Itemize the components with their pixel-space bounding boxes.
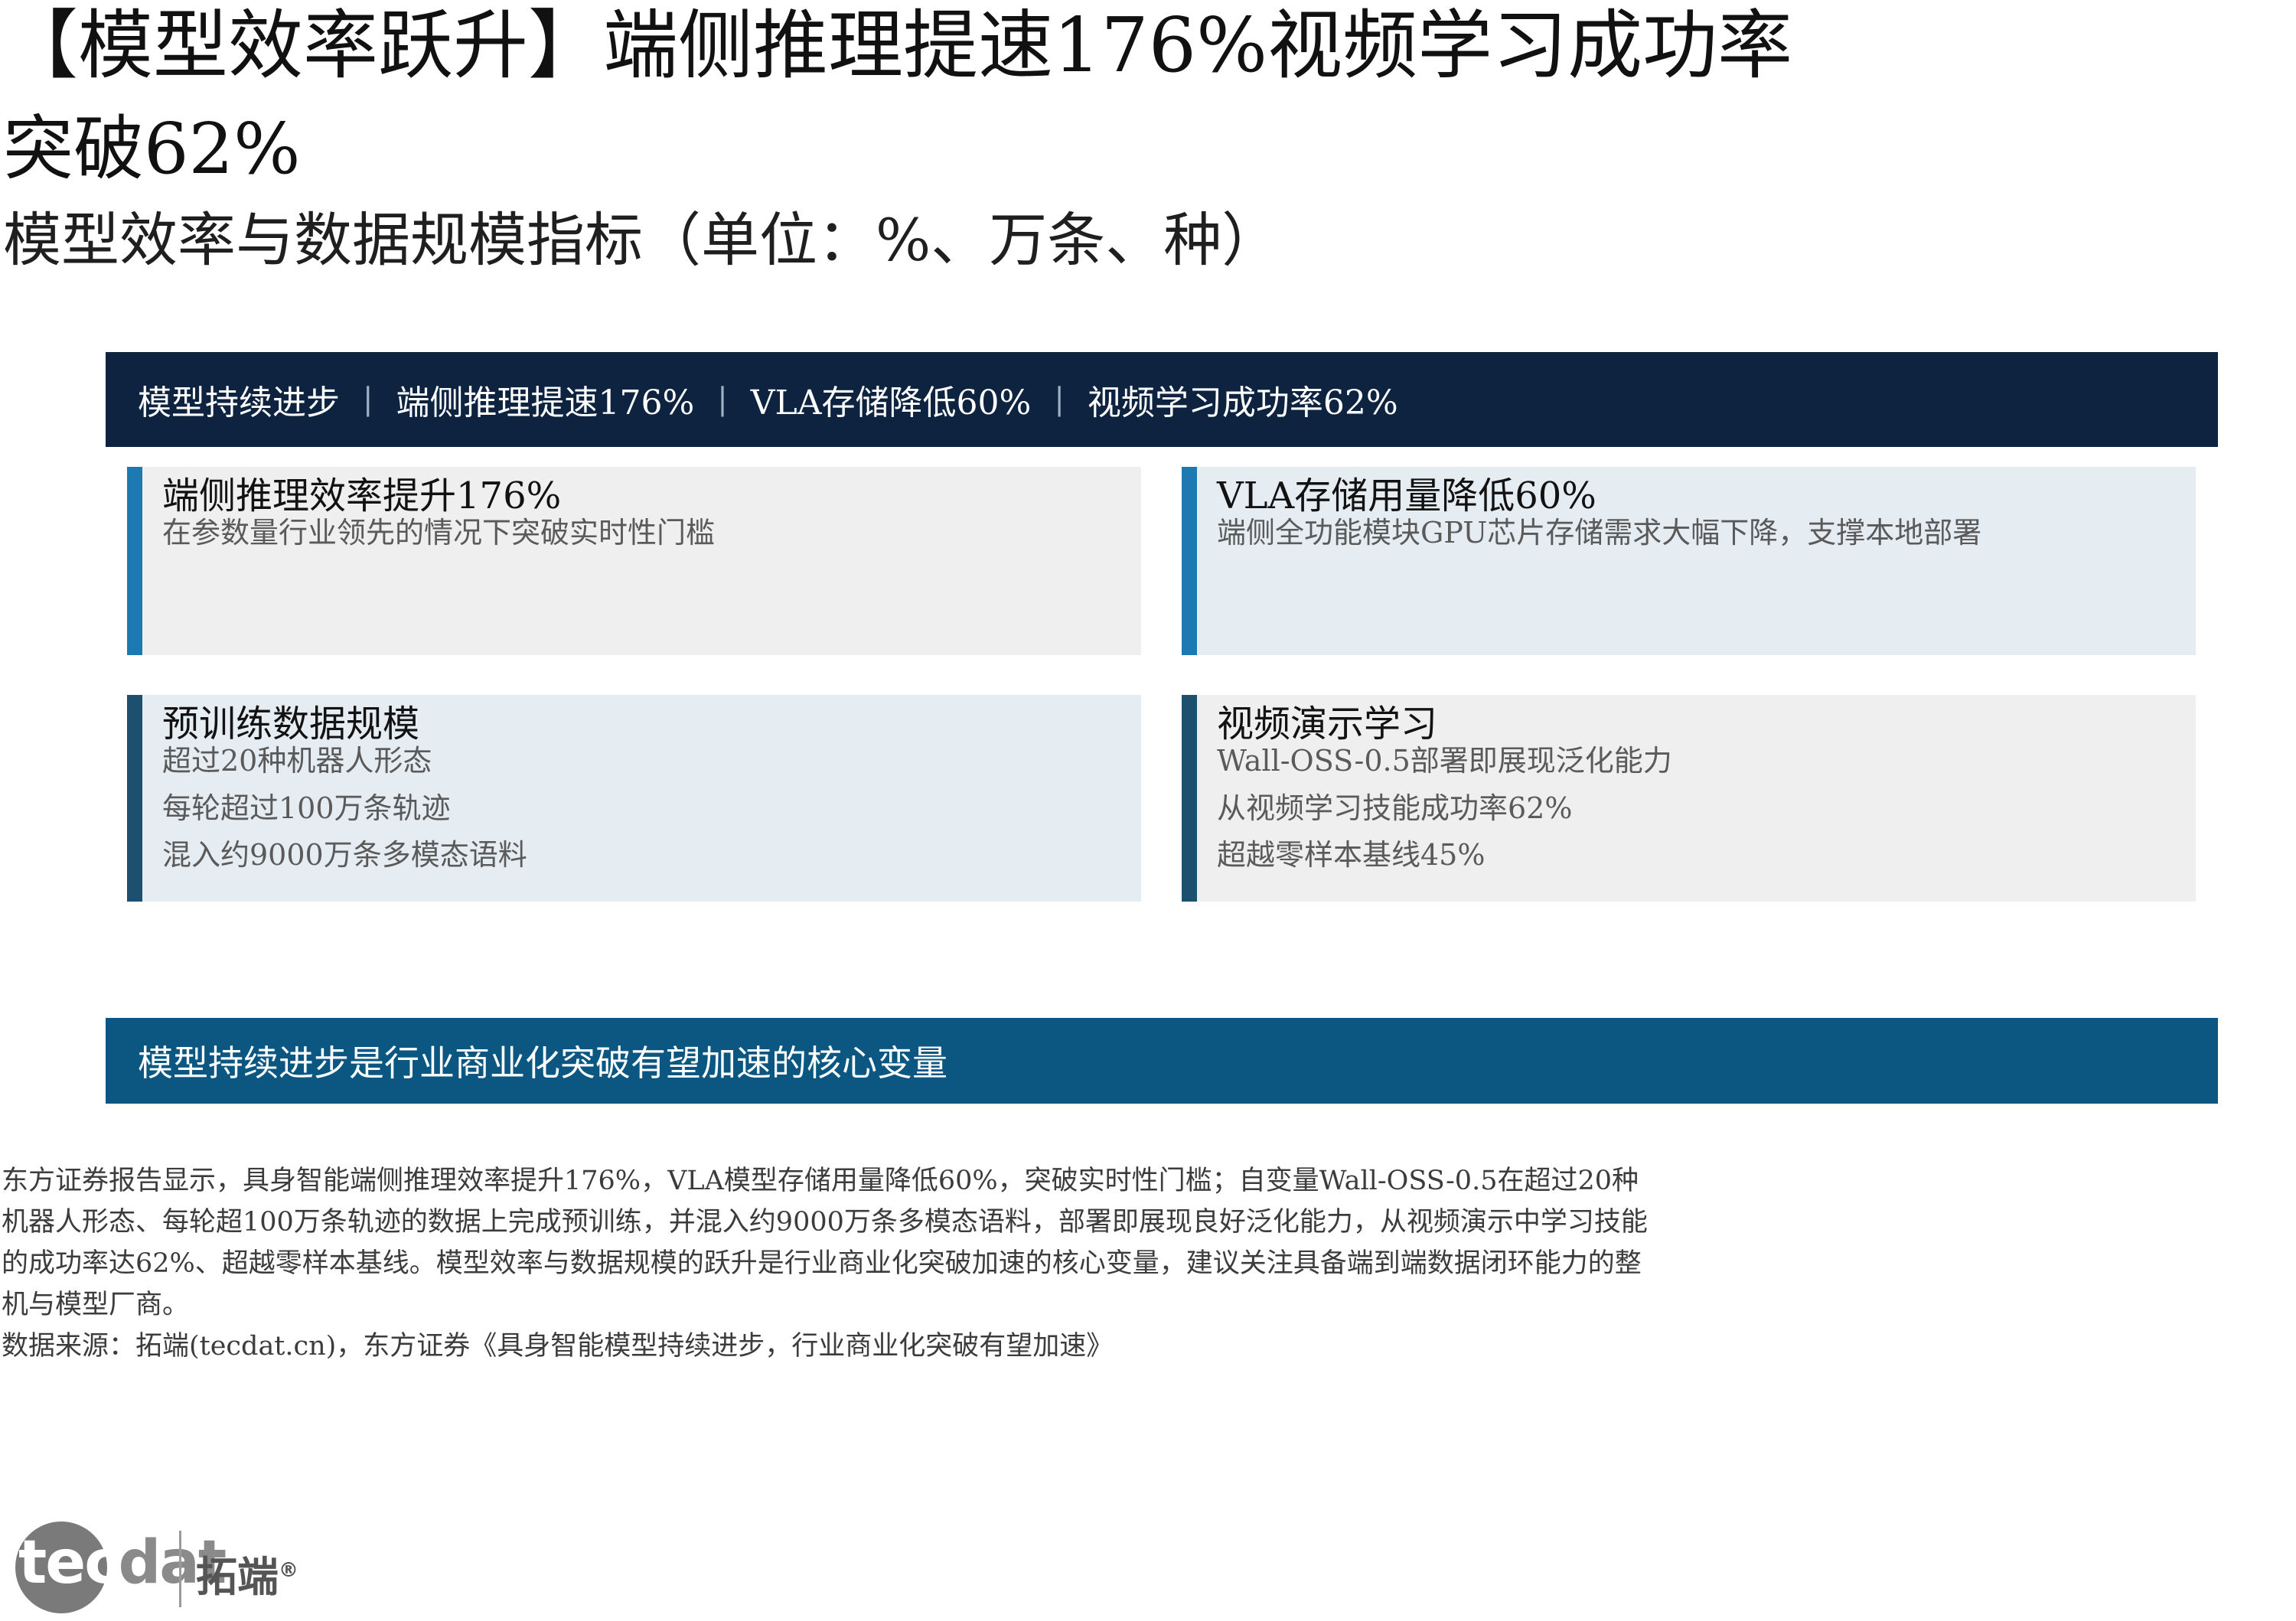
card-line: 端侧全功能模块GPU芯片存储需求大幅下降，支撑本地部署: [1217, 515, 1982, 550]
top-banner: 模型持续进步 | 端侧推理提速176% | VLA存储降低60% | 视频学习成…: [106, 352, 2218, 447]
page-title-line2: 突破62%: [3, 108, 301, 190]
banner-separator: |: [717, 382, 728, 417]
banner-separator: |: [363, 382, 373, 417]
card-title: 端侧推理效率提升176%: [162, 475, 562, 517]
card-line: Wall-OSS-0.5部署即展现泛化能力: [1217, 743, 1672, 778]
card-title: VLA存储用量降低60%: [1217, 475, 1596, 517]
page-subtitle: 模型效率与数据规模指标（单位：%、万条、种）: [3, 206, 1280, 274]
logo-divider: [179, 1531, 181, 1607]
logo-chinese-name: 拓端®: [196, 1553, 298, 1601]
conclusion-banner: 模型持续进步是行业商业化突破有望加速的核心变量: [106, 1018, 2218, 1104]
banner-item: 模型持续进步: [138, 383, 340, 422]
card-title: 视频演示学习: [1217, 703, 1438, 745]
conclusion-text: 模型持续进步是行业商业化突破有望加速的核心变量: [138, 1042, 947, 1084]
logo-wordmark: tecdat: [18, 1528, 227, 1597]
banner-item: 端侧推理提速176%: [396, 383, 695, 422]
card-line: 超过20种机器人形态: [162, 743, 432, 778]
card-accent-bar: [1182, 695, 1197, 902]
card-accent-bar: [127, 467, 142, 655]
card-vla-storage: VLA存储用量降低60% 端侧全功能模块GPU芯片存储需求大幅下降，支撑本地部署: [1182, 467, 2196, 655]
page-title-line1: 【模型效率跃升】端侧推理提速176%视频学习成功率: [3, 2, 1793, 90]
card-pretraining-data: 预训练数据规模 超过20种机器人形态 每轮超过100万条轨迹 混入约9000万条…: [127, 695, 1141, 902]
card-accent-bar: [1182, 467, 1197, 655]
card-line: 超越零样本基线45%: [1217, 838, 1486, 872]
card-inference-efficiency: 端侧推理效率提升176% 在参数量行业领先的情况下突破实时性门槛: [127, 467, 1141, 655]
card-line: 在参数量行业领先的情况下突破实时性门槛: [162, 515, 716, 550]
card-accent-bar: [127, 695, 142, 902]
data-source-note: 数据来源：拓端(tecdat.cn)，东方证券《具身智能模型持续进步，行业商业化…: [2, 1331, 1114, 1362]
banner-item: VLA存储降低60%: [750, 383, 1032, 422]
banner-item: 视频学习成功率62%: [1087, 383, 1398, 422]
banner-separator: |: [1054, 382, 1065, 417]
summary-paragraph: 东方证券报告显示，具身智能端侧推理效率提升176%，VLA模型存储用量降低60%…: [2, 1166, 1648, 1320]
card-title: 预训练数据规模: [162, 703, 420, 745]
card-video-learning: 视频演示学习 Wall-OSS-0.5部署即展现泛化能力 从视频学习技能成功率6…: [1182, 695, 2196, 902]
card-line: 每轮超过100万条轨迹: [162, 791, 451, 825]
card-line: 从视频学习技能成功率62%: [1217, 791, 1573, 825]
tecdat-logo: tecdat 拓端®: [15, 1522, 321, 1621]
card-line: 混入约9000万条多模态语料: [162, 838, 527, 872]
